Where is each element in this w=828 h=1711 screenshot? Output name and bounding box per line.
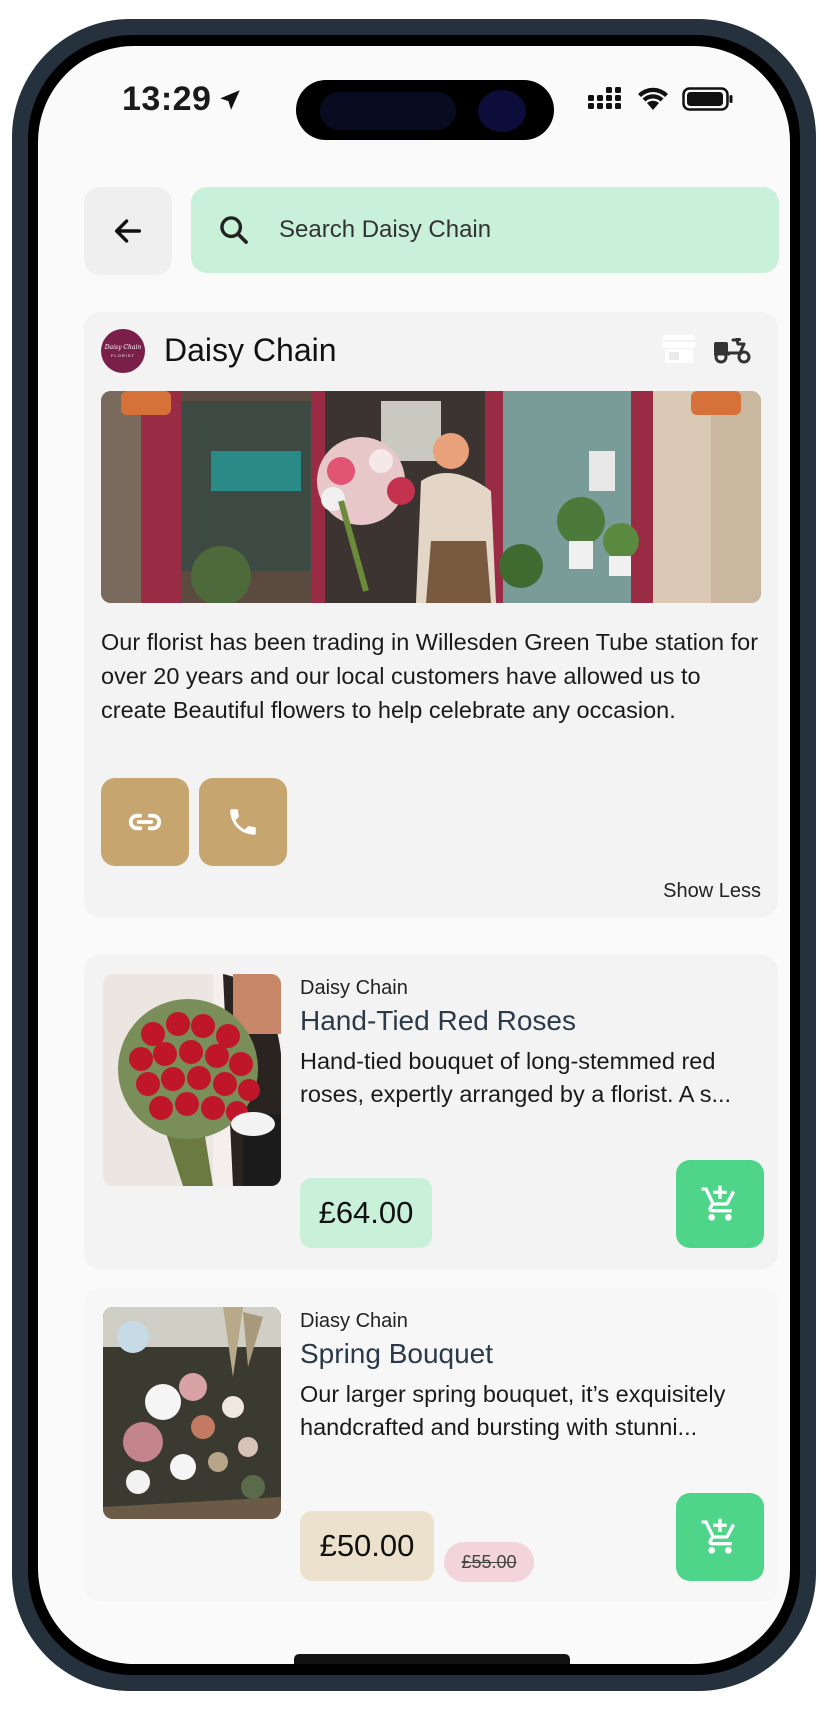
wifi-icon <box>638 87 668 110</box>
app-screen: 13:29 Search Daisy Chain Daisy Chain FLO… <box>38 46 790 1664</box>
product-store-name: Diasy Chain <box>300 1310 408 1332</box>
product-sale-price: £50.00 <box>300 1511 434 1581</box>
add-shopping-cart-icon <box>701 1185 735 1221</box>
island-sensor <box>320 92 456 130</box>
product-card[interactable]: Diasy Chain Spring Bouquet Our larger sp… <box>84 1288 778 1602</box>
product-original-price: £55.00 <box>444 1542 534 1582</box>
florist-shopfront-image <box>101 391 761 603</box>
add-to-cart-button[interactable] <box>676 1493 764 1581</box>
location-arrow-icon <box>220 89 241 110</box>
store-info-card: Daisy Chain FLORIST Daisy Chain Our flor… <box>84 312 778 917</box>
status-time: 13:29 <box>122 80 243 119</box>
back-button[interactable] <box>84 187 172 275</box>
store-description: Our florist has been trading in Willesde… <box>101 629 759 723</box>
product-image <box>103 1307 281 1519</box>
store-photo <box>101 391 761 603</box>
product-title[interactable]: Spring Bouquet <box>300 1338 493 1370</box>
phone-icon <box>230 809 256 835</box>
product-store-name: Daisy Chain <box>300 977 408 999</box>
arrow-left-icon <box>114 219 142 243</box>
add-to-cart-button[interactable] <box>676 1160 764 1248</box>
home-indicator[interactable] <box>294 1654 570 1664</box>
product-image <box>103 974 281 1186</box>
call-button[interactable] <box>199 778 287 866</box>
red-roses-image <box>103 974 281 1186</box>
battery-icon <box>682 87 733 111</box>
add-shopping-cart-icon <box>701 1518 735 1554</box>
store-logo-subtext: FLORIST <box>111 353 135 358</box>
status-time-label: 13:29 <box>122 80 212 118</box>
product-price: £64.00 <box>300 1178 432 1248</box>
storefront-icon <box>662 335 696 363</box>
dynamic-island <box>296 80 554 140</box>
product-title[interactable]: Hand-Tied Red Roses <box>300 1005 576 1037</box>
delivery-scooter-icon <box>714 338 751 364</box>
status-icons <box>588 86 734 112</box>
link-icon <box>128 813 162 831</box>
product-card[interactable]: Daisy Chain Hand-Tied Red Roses Hand-tie… <box>84 955 778 1269</box>
search-placeholder: Search Daisy Chain <box>279 216 492 243</box>
show-less-link[interactable]: Show Less <box>663 880 761 903</box>
search-input[interactable]: Search Daisy Chain <box>191 187 779 273</box>
search-icon <box>220 216 248 244</box>
spring-bouquet-image <box>103 1307 281 1519</box>
website-link-button[interactable] <box>101 778 189 866</box>
cellular-signal-icon <box>588 87 621 109</box>
store-logo: Daisy Chain FLORIST <box>101 329 145 373</box>
product-description: Our larger spring bouquet, it’s exquisit… <box>300 1381 726 1440</box>
product-description: Hand-tied bouquet of long-stemmed red ro… <box>300 1048 732 1107</box>
island-camera <box>478 90 526 132</box>
store-name: Daisy Chain <box>164 332 337 368</box>
store-logo-text: Daisy Chain <box>104 344 142 351</box>
